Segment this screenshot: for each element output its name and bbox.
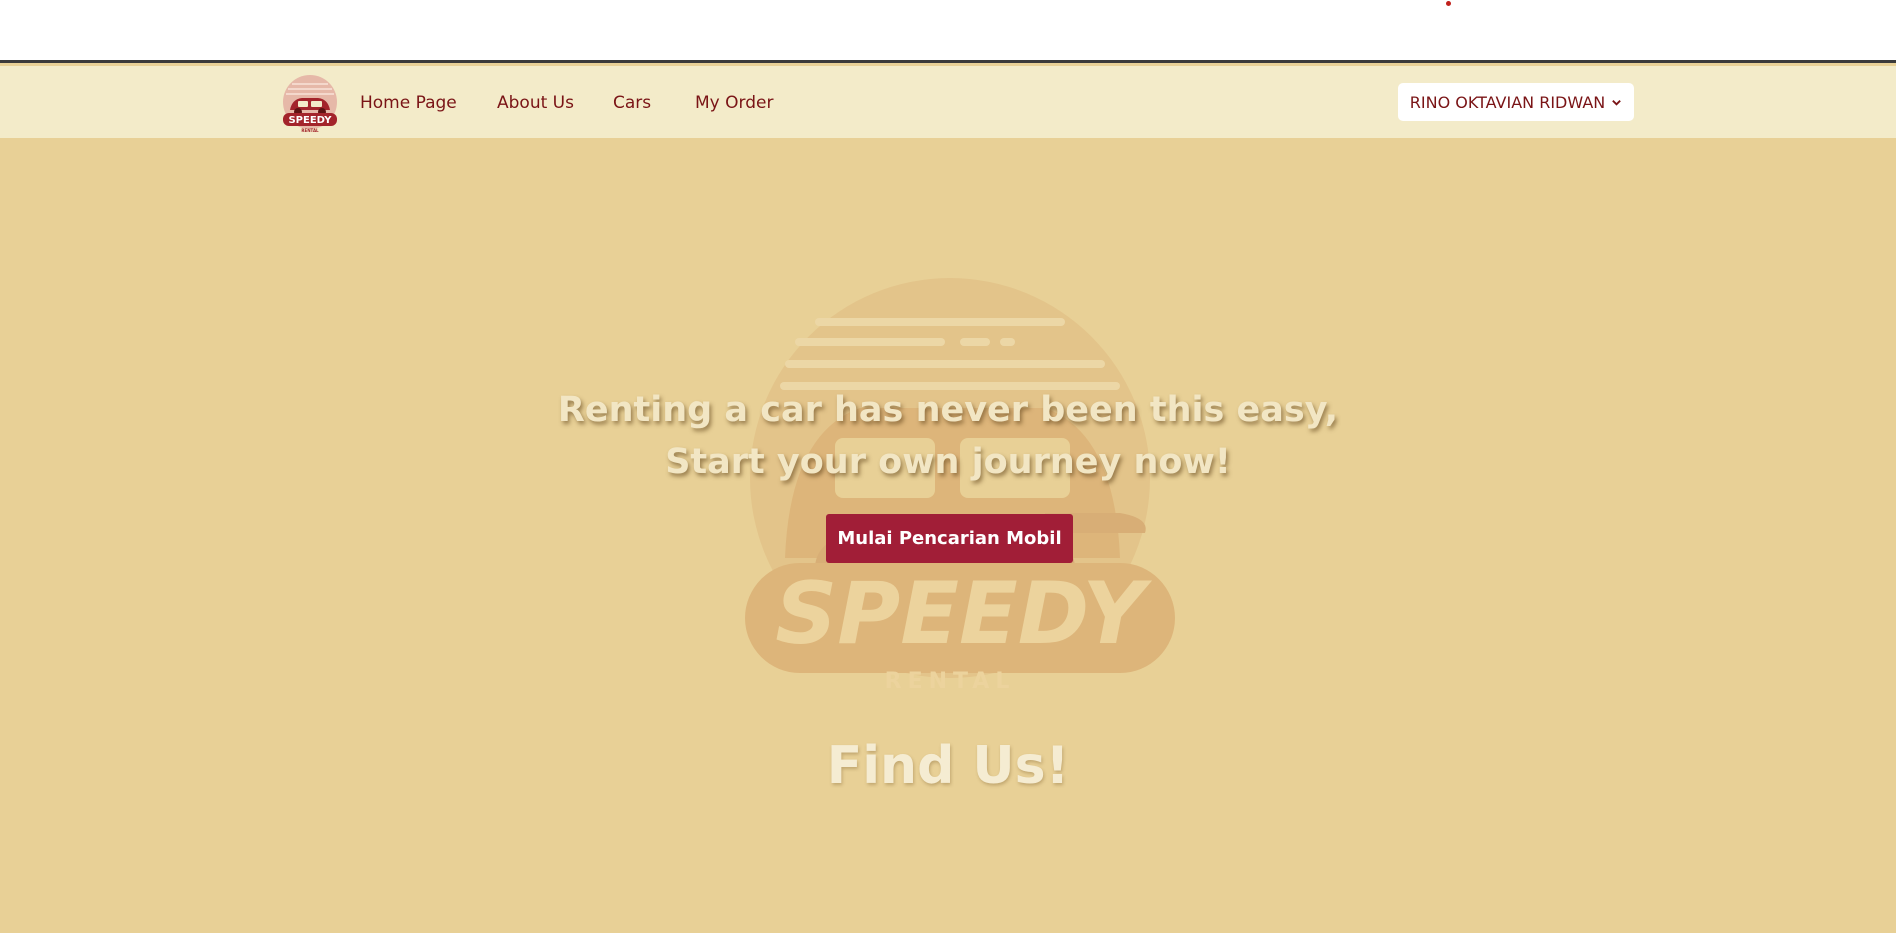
svg-text:RENTAL: RENTAL bbox=[885, 669, 1016, 694]
user-name-label: RINO OKTAVIAN RIDWAN bbox=[1409, 92, 1606, 112]
indicator-dot bbox=[1446, 1, 1451, 6]
navbar: SPEEDY RENTAL Home Page About Us Cars My… bbox=[0, 66, 1896, 138]
svg-text:SPEEDY: SPEEDY bbox=[288, 115, 332, 126]
nav-link-home-page[interactable]: Home Page bbox=[360, 93, 457, 113]
speedy-rental-logo[interactable]: SPEEDY RENTAL bbox=[278, 72, 342, 136]
hero-heading: Renting a car has never been this easy, … bbox=[548, 384, 1348, 488]
browser-top-strip bbox=[0, 0, 1896, 63]
nav-link-my-order[interactable]: My Order bbox=[695, 93, 773, 113]
hero-heading-line-1: Renting a car has never been this easy, bbox=[557, 390, 1339, 430]
find-us-heading: Find Us! bbox=[826, 736, 1070, 796]
start-car-search-button[interactable]: Mulai Pencarian Mobil bbox=[826, 514, 1073, 563]
svg-text:RENTAL: RENTAL bbox=[301, 128, 319, 133]
hero-heading-line-2: Start your own journey now! bbox=[665, 442, 1231, 482]
chevron-down-icon bbox=[1612, 99, 1622, 106]
nav-link-cars[interactable]: Cars bbox=[613, 93, 651, 113]
svg-text:SPEEDY: SPEEDY bbox=[775, 564, 1152, 664]
hero-section: SPEEDY RENTAL Renting a car has never be… bbox=[0, 138, 1896, 933]
user-menu-button[interactable]: RINO OKTAVIAN RIDWAN bbox=[1398, 83, 1634, 121]
nav-link-about-us[interactable]: About Us bbox=[497, 93, 574, 113]
